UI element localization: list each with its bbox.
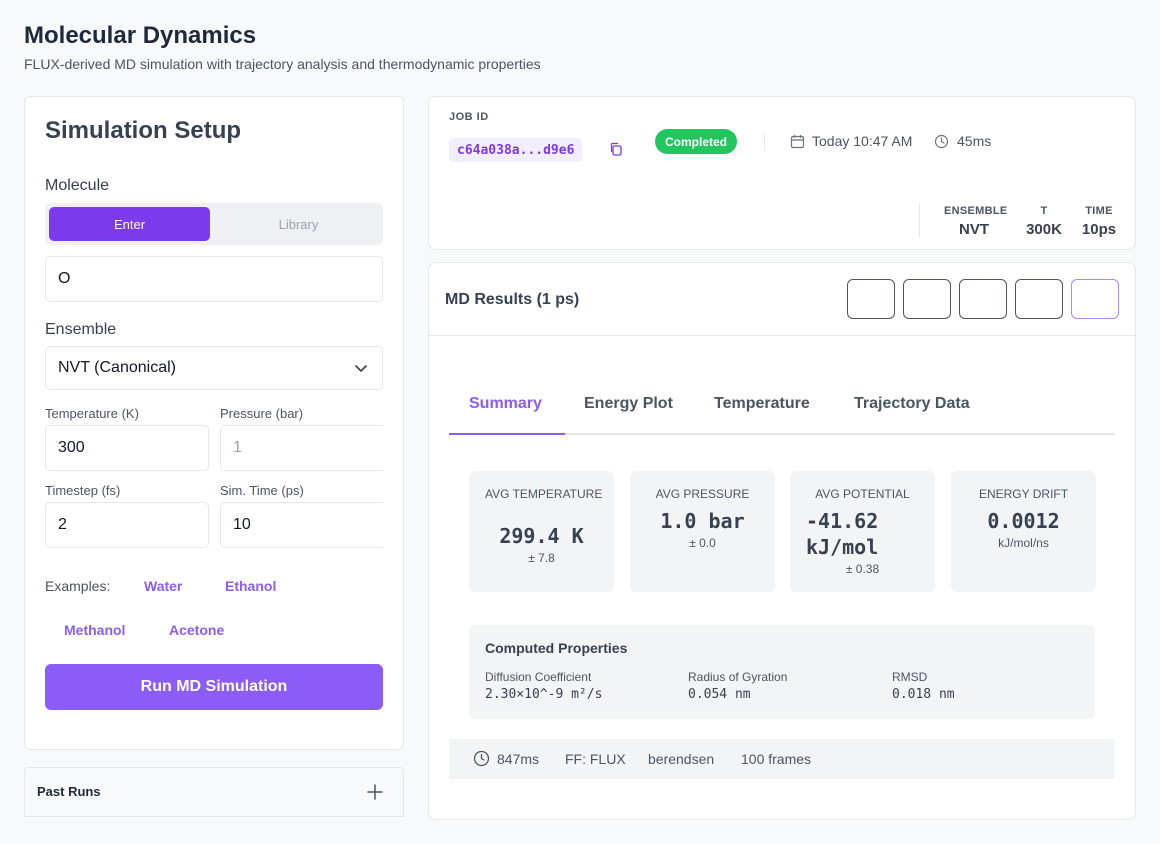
example-acetone[interactable]: Acetone <box>169 622 224 638</box>
metric-label: AVG TEMPERATURE <box>485 487 603 501</box>
metric-value-number: -41.62 <box>806 509 879 533</box>
prop-rmsd-label: RMSD <box>892 670 928 684</box>
metric-sub: ± 0.0 <box>689 536 716 550</box>
timestep-input[interactable]: 2 <box>45 502 209 548</box>
temperature-input[interactable]: 300 <box>45 425 209 471</box>
job-date: Today 10:47 AM <box>812 133 913 149</box>
stat-time-label: TIME <box>1085 205 1113 217</box>
md-results-card: MD Results (1 ps) Summary Energy Plot Te… <box>428 262 1136 820</box>
toolbar-button-2[interactable] <box>903 279 951 319</box>
page-subtitle: FLUX-derived MD simulation with trajecto… <box>24 56 541 72</box>
ensemble-select-value: NVT (Canonical) <box>58 359 176 376</box>
mode-library-button[interactable]: Library <box>218 207 379 241</box>
example-methanol[interactable]: Methanol <box>64 622 125 638</box>
metric-sub: kJ/mol/ns <box>998 536 1049 550</box>
examples-label: Examples: <box>45 578 111 594</box>
footer-runtime: 847ms <box>497 751 540 767</box>
job-info-card: JOB ID c64a038a...d9e6 Completed Today 1… <box>428 96 1136 250</box>
metric-value: 0.0012 <box>987 509 1060 533</box>
pressure-label: Pressure (bar) <box>220 406 304 421</box>
tab-energy-plot[interactable]: Energy Plot <box>584 395 673 413</box>
toolbar-button-4[interactable] <box>1015 279 1063 319</box>
stat-temperature-label: T <box>1040 205 1048 217</box>
job-id-value: c64a038a...d9e6 <box>449 138 583 162</box>
prop-gyration-label: Radius of Gyration <box>688 670 788 684</box>
prop-gyration-value: 0.054 nm <box>688 687 751 702</box>
computed-title: Computed Properties <box>485 640 628 656</box>
clock-icon <box>473 750 490 767</box>
tab-summary[interactable]: Summary <box>469 395 542 413</box>
ensemble-select[interactable]: NVT (Canonical) <box>45 346 383 390</box>
results-footer: 847ms FF: FLUX berendsen 100 frames <box>449 739 1115 779</box>
metric-avg-pressure: AVG PRESSURE 1.0 bar ± 0.0 <box>630 471 775 592</box>
toolbar-button-1[interactable] <box>847 279 895 319</box>
job-duration: 45ms <box>957 133 992 149</box>
past-runs-section[interactable]: Past Runs <box>24 767 404 817</box>
ensemble-label: Ensemble <box>45 321 117 338</box>
prop-diffusion-value: 2.30×10^-9 m²/s <box>485 687 603 702</box>
simtime-label: Sim. Time (ps) <box>220 483 304 498</box>
prop-rmsd-value: 0.018 nm <box>892 687 955 702</box>
stat-ensemble-label: ENSEMBLE <box>944 205 1008 217</box>
run-md-simulation-button[interactable]: Run MD Simulation <box>45 664 383 710</box>
example-ethanol[interactable]: Ethanol <box>225 578 276 594</box>
tab-temperature[interactable]: Temperature <box>714 395 810 413</box>
stat-ensemble-value: NVT <box>959 221 989 238</box>
stat-temperature-value: 300K <box>1026 221 1062 238</box>
molecule-mode-toggle: Enter Library <box>45 203 383 245</box>
setup-title: Simulation Setup <box>45 117 242 144</box>
molecule-input[interactable]: O <box>45 256 383 302</box>
metric-value: 299.4 K <box>499 524 584 548</box>
stat-time-value: 10ps <box>1081 221 1117 238</box>
metric-sub: ± 7.8 <box>528 551 555 565</box>
results-tabs: Summary Energy Plot Temperature Trajecto… <box>449 381 1115 435</box>
prop-diffusion-label: Diffusion Coefficient <box>485 670 592 684</box>
footer-thermostat: berendsen <box>648 751 715 767</box>
metric-value-unit: kJ/mol <box>806 535 879 559</box>
toolbar-button-5[interactable] <box>1071 279 1119 319</box>
past-runs-label: Past Runs <box>37 784 101 799</box>
mode-enter-button[interactable]: Enter <box>49 207 210 241</box>
plus-icon[interactable] <box>367 784 383 800</box>
job-id-label: JOB ID <box>449 111 489 123</box>
computed-properties: Computed Properties Diffusion Coefficien… <box>469 625 1095 719</box>
metric-value: 1.0 bar <box>660 509 745 533</box>
simulation-setup-panel: Simulation Setup Molecule Enter Library … <box>24 96 404 750</box>
simtime-input[interactable]: 10 <box>220 502 383 548</box>
clock-icon <box>934 134 949 149</box>
page-title: Molecular Dynamics <box>24 22 257 49</box>
temperature-label: Temperature (K) <box>45 406 139 421</box>
example-water[interactable]: Water <box>144 578 182 594</box>
divider <box>764 133 765 151</box>
toolbar-button-3[interactable] <box>959 279 1007 319</box>
results-title: MD Results (1 ps) <box>445 291 580 308</box>
divider <box>919 204 920 238</box>
metric-avg-potential: AVG POTENTIAL -41.62 kJ/mol ± 0.38 <box>790 471 935 592</box>
copy-icon[interactable] <box>609 142 623 156</box>
metric-avg-temperature: AVG TEMPERATURE 299.4 K ± 7.8 <box>469 471 614 592</box>
metric-sub: ± 0.38 <box>845 562 880 576</box>
status-badge: Completed <box>655 129 738 154</box>
chevron-down-icon <box>355 365 367 372</box>
metric-label: ENERGY DRIFT <box>978 487 1069 501</box>
tab-trajectory-data[interactable]: Trajectory Data <box>854 395 970 413</box>
molecule-label: Molecule <box>45 177 110 194</box>
metric-label: AVG PRESSURE <box>655 487 750 501</box>
pressure-input[interactable]: 1 <box>220 425 383 471</box>
metric-energy-drift: ENERGY DRIFT 0.0012 kJ/mol/ns <box>951 471 1096 592</box>
divider <box>429 335 1135 336</box>
calendar-icon <box>790 135 805 149</box>
timestep-label: Timestep (fs) <box>45 483 121 498</box>
metric-label: AVG POTENTIAL <box>815 487 910 501</box>
footer-frames: 100 frames <box>741 751 812 767</box>
footer-forcefield: FF: FLUX <box>565 751 626 767</box>
active-tab-indicator <box>449 433 565 435</box>
